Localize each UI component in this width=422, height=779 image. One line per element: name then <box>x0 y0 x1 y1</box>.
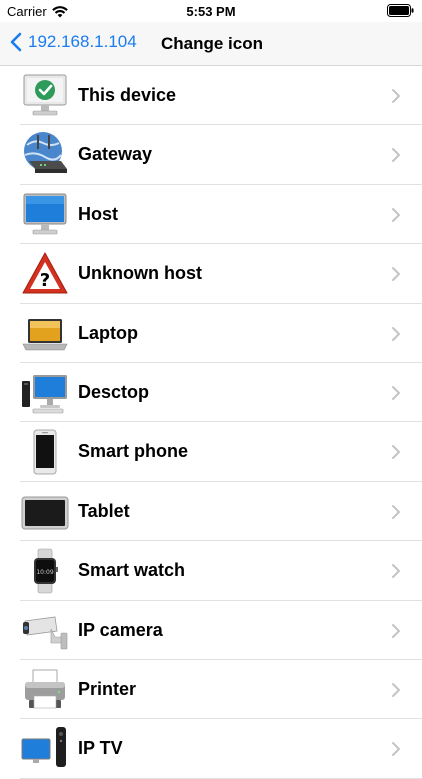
warning-question-icon: ? <box>22 252 68 294</box>
chevron-right-icon <box>392 267 400 282</box>
svg-text:10:09: 10:09 <box>36 569 53 576</box>
smartphone-icon <box>33 429 57 475</box>
monitor-check-icon <box>23 74 67 116</box>
navigation-bar: 192.168.1.104 Change icon <box>0 22 422 66</box>
smartwatch-icon: 10:09 <box>34 548 58 594</box>
list-item-label: Host <box>78 203 118 224</box>
battery-icon <box>387 4 414 20</box>
list-item-host[interactable]: Host <box>0 185 422 245</box>
status-time: 5:53 PM <box>186 4 236 19</box>
chevron-right-icon <box>392 89 400 103</box>
list-item-label: Unknown host <box>78 263 202 284</box>
chevron-right-icon <box>392 445 400 460</box>
chevron-right-icon <box>392 742 400 757</box>
list-item-ip-camera[interactable]: IP camera <box>0 601 422 661</box>
list-item-this-device[interactable]: This device <box>0 66 422 126</box>
chevron-right-icon <box>392 504 400 519</box>
list-item-tablet[interactable]: Tablet <box>0 482 422 542</box>
chevron-right-icon <box>392 623 400 638</box>
status-bar: Carrier 5:53 PM <box>0 0 422 22</box>
monitor-icon <box>23 193 67 235</box>
list-item-unknown-host[interactable]: ? Unknown host <box>0 244 422 304</box>
chevron-right-icon <box>392 148 400 163</box>
list-item-label: Tablet <box>78 500 130 521</box>
back-button[interactable]: 192.168.1.104 <box>10 32 137 52</box>
list-item-label: Smart phone <box>78 441 189 462</box>
list-item-label: Desctop <box>78 381 150 402</box>
list-item-gateway[interactable]: Gateway <box>0 125 422 186</box>
ip-camera-icon <box>23 616 68 649</box>
list-item-label: IP TV <box>78 738 123 759</box>
chevron-right-icon <box>392 385 400 400</box>
printer-icon <box>25 669 65 709</box>
list-item-printer[interactable]: Printer <box>0 660 422 720</box>
list-item-laptop[interactable]: Laptop <box>0 304 422 364</box>
chevron-right-icon <box>392 326 400 341</box>
list-item-label: Laptop <box>78 322 138 343</box>
list-item-label: IP camera <box>78 619 163 640</box>
gateway-router-icon <box>24 132 67 174</box>
tablet-icon <box>21 496 69 530</box>
list-item-label: Smart watch <box>78 560 186 581</box>
list-item-label: This device <box>78 85 177 105</box>
list-item-label: Gateway <box>78 144 153 165</box>
chevron-left-icon <box>10 32 22 52</box>
list-item-smart-phone[interactable]: Smart phone <box>0 422 422 483</box>
list-item-ip-tv[interactable]: IP TV <box>0 719 422 779</box>
laptop-icon <box>22 318 68 350</box>
list-item-desctop[interactable]: Desctop <box>0 363 422 423</box>
list-item-smart-watch[interactable]: 10:09 Smart watch <box>0 541 422 601</box>
chevron-right-icon <box>392 564 400 579</box>
chevron-right-icon <box>392 207 400 222</box>
desktop-icon <box>22 374 67 414</box>
svg-text:?: ? <box>40 270 50 291</box>
icon-list: This device Gateway Host ? Unknown host … <box>0 66 422 779</box>
back-button-label: 192.168.1.104 <box>28 32 137 51</box>
ip-tv-icon <box>21 727 66 768</box>
page-title: Change icon <box>161 34 264 53</box>
list-item-label: Printer <box>78 678 137 699</box>
chevron-right-icon <box>392 682 400 697</box>
